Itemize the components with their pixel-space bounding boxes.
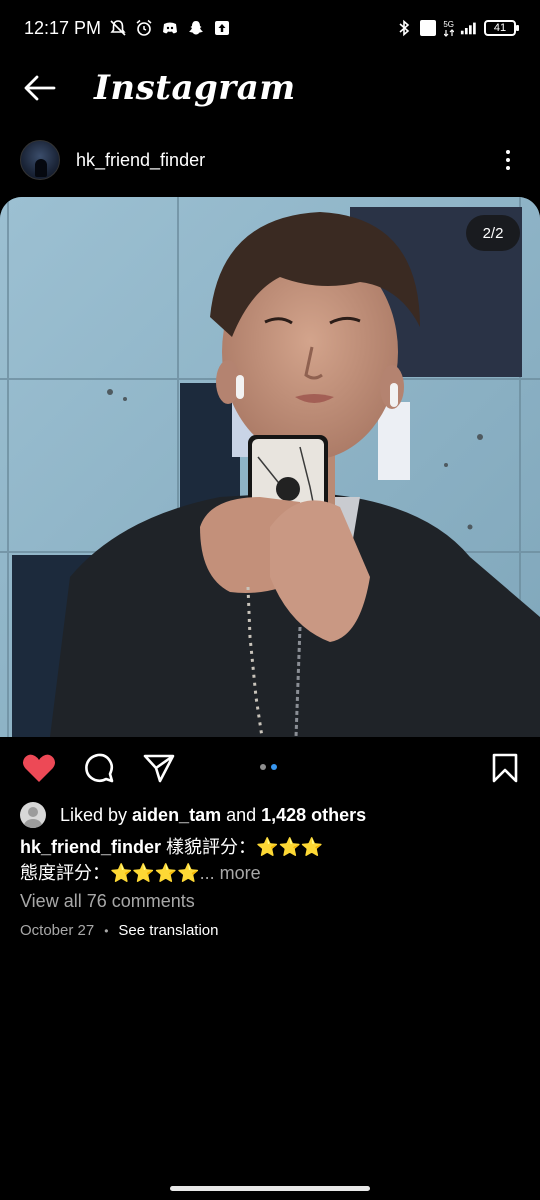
status-notification-icons (109, 19, 231, 37)
liker-avatar (20, 802, 46, 828)
view-comments-link[interactable]: View all 76 comments (20, 891, 195, 912)
liked-by-prefix: Liked by (60, 804, 133, 825)
more-vertical-icon (506, 150, 510, 154)
bookmark-icon (492, 753, 518, 783)
volte-icon (419, 19, 437, 37)
comment-icon (85, 753, 114, 783)
carousel-dot (260, 764, 266, 770)
heart-icon (22, 754, 56, 782)
battery-indicator: 41 (484, 20, 519, 36)
network-type: 5G (443, 20, 454, 37)
signal-icon (460, 19, 478, 37)
data-arrows-icon (443, 28, 454, 37)
carousel-page-badge: 2/2 (466, 215, 520, 251)
status-bar: 12:17 PM 5G 41 (0, 0, 540, 56)
post-meta: October 27 • See translation (20, 922, 219, 939)
likes-others-count[interactable]: 1,428 others (261, 805, 366, 826)
status-time: 12:17 PM (24, 17, 102, 38)
see-translation-link[interactable]: See translation (118, 922, 218, 939)
snapchat-icon (187, 19, 205, 37)
status-system-icons: 5G 41 (395, 19, 519, 37)
more-options-button[interactable] (496, 142, 520, 178)
carousel-dot-active (271, 764, 277, 770)
caption-more-link[interactable]: more (215, 863, 261, 883)
save-button[interactable] (490, 749, 520, 787)
app-header: Instagram (0, 56, 540, 120)
meta-separator: • (104, 923, 109, 938)
instagram-logo: Instagram (94, 68, 296, 108)
caption-text-2: 態度評分：⭐⭐⭐⭐ (20, 863, 200, 883)
upload-icon (213, 19, 231, 37)
back-arrow-icon (24, 75, 56, 101)
post-date: October 27 (20, 922, 95, 939)
alarm-icon (135, 19, 153, 37)
post-header: hk_friend_finder (0, 136, 540, 184)
post-author-avatar[interactable] (20, 140, 60, 180)
discord-icon (161, 19, 179, 37)
caption-text-1: 樣貌評分：⭐⭐⭐ (161, 837, 324, 857)
post-username[interactable]: hk_friend_finder (76, 150, 205, 171)
caption-line-2: 態度評分：⭐⭐⭐⭐... more (20, 860, 520, 886)
caption-line-1: hk_friend_finder 樣貌評分：⭐⭐⭐ (20, 834, 520, 860)
bluetooth-icon (395, 19, 413, 37)
caption-username[interactable]: hk_friend_finder (20, 837, 161, 857)
carousel-dots (260, 764, 277, 770)
back-button[interactable] (20, 68, 60, 108)
post-photo[interactable]: 2/2 (0, 197, 540, 737)
like-button[interactable] (20, 749, 58, 787)
caption-ellipsis: ... (199, 863, 215, 883)
share-icon (143, 754, 175, 783)
post-caption: hk_friend_finder 樣貌評分：⭐⭐⭐ 態度評分：⭐⭐⭐⭐... m… (20, 834, 520, 886)
likes-summary[interactable]: Liked by aiden_tam and 1,428 others (20, 800, 366, 830)
liked-and-text: and (221, 804, 262, 825)
liker-username[interactable]: aiden_tam (132, 805, 221, 826)
post-action-bar (0, 744, 540, 792)
share-button[interactable] (140, 749, 178, 787)
comment-button[interactable] (80, 749, 118, 787)
post-image (0, 197, 540, 737)
home-indicator[interactable] (170, 1186, 370, 1191)
bell-muted-icon (109, 19, 127, 37)
network-5g-label: 5G (443, 19, 454, 29)
